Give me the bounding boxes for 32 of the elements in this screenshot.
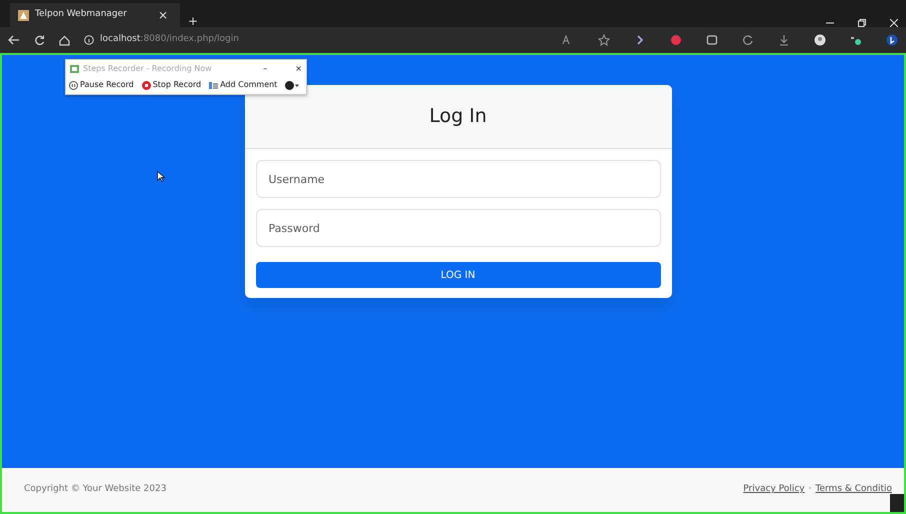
recorder-minimize-button[interactable]: – — [263, 63, 268, 75]
info-icon — [84, 35, 94, 45]
recorder-close-button[interactable]: × — [295, 63, 302, 75]
tab-close-button[interactable]: × — [154, 9, 172, 21]
username-field[interactable]: Username — [256, 160, 660, 198]
recorder-title: Steps Recorder - Recording Now — [83, 63, 213, 75]
password-field[interactable]: Password — [256, 209, 660, 247]
comment-icon — [209, 80, 218, 90]
download-icon[interactable] — [778, 34, 790, 46]
stop-record-button[interactable]: Stop Record — [142, 79, 202, 91]
footer-link[interactable]: Privacy Policy — [743, 483, 805, 497]
new-tab-button[interactable]: + — [184, 15, 202, 27]
favorite-icon[interactable] — [598, 34, 610, 46]
cursor-icon — [157, 171, 165, 182]
stop-icon — [142, 80, 151, 90]
pause-record-button[interactable]: Pause Record — [69, 79, 134, 91]
tab-title: Telpon Webmanager — [35, 8, 128, 22]
address-field[interactable]: localhost:8080/index.php/login — [100, 33, 239, 47]
restore-icon[interactable] — [858, 19, 866, 27]
link-separator: · — [808, 483, 812, 496]
footer-link[interactable]: Terms & Conditio — [816, 483, 892, 497]
browser-tab[interactable]: Telpon Webmanager × — [10, 3, 180, 27]
home-icon[interactable] — [59, 34, 70, 46]
refresh-icon[interactable] — [34, 34, 45, 46]
pause-icon — [69, 80, 78, 90]
close-icon[interactable] — [890, 19, 898, 27]
back-icon[interactable] — [8, 35, 20, 45]
site-icon — [18, 10, 29, 20]
recorder-icon — [70, 65, 79, 73]
copyright-text: Copyright © Your Website 2023 — [24, 483, 166, 496]
login-button[interactable]: LOG IN — [256, 262, 660, 288]
profile-icon[interactable] — [814, 34, 826, 46]
